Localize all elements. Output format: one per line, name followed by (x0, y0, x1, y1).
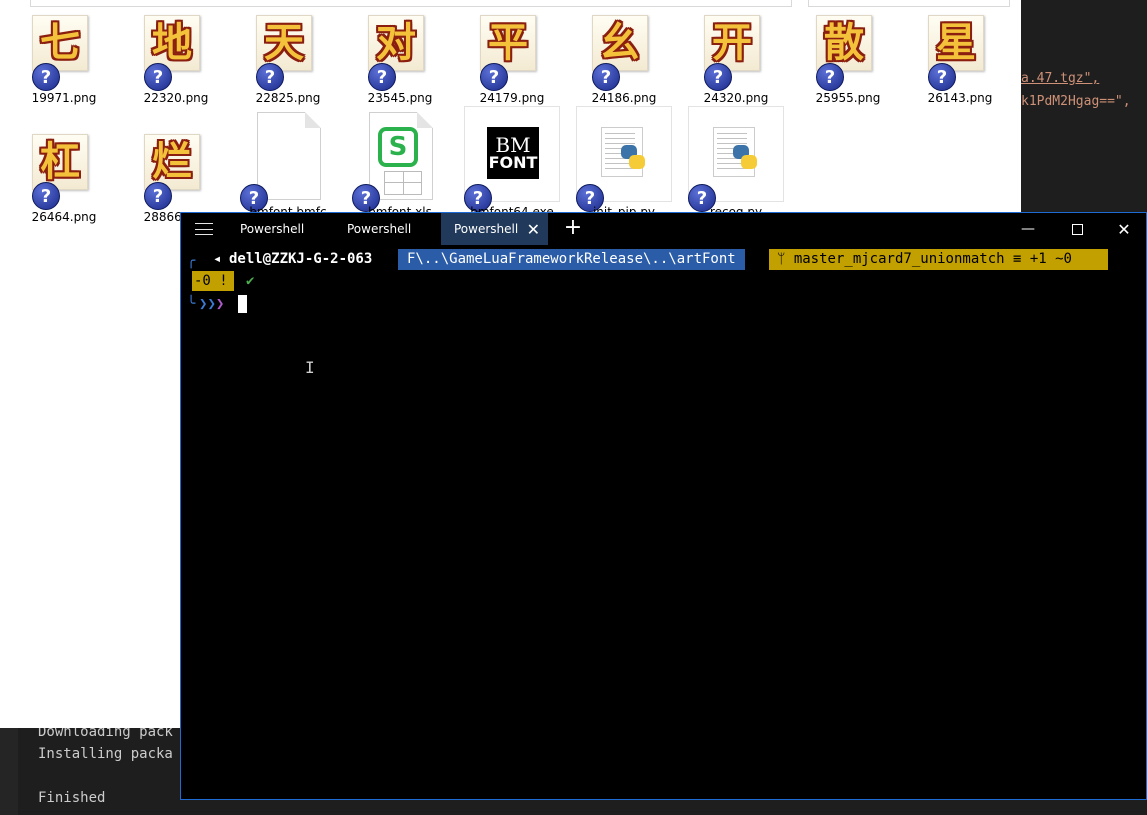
file-name: 23545.png (367, 91, 433, 105)
unknown-status-icon: ? (480, 63, 508, 91)
tab-label: Powershell (347, 222, 412, 236)
file-item[interactable]: ? bmfont.bmfc (224, 110, 327, 225)
maximize-button[interactable] (1054, 213, 1100, 245)
prompt-user: ◂ dell@ZZKJ-G-2-063 (213, 249, 372, 270)
close-tab-icon[interactable]: ✕ (527, 220, 540, 239)
unknown-status-icon: ? (32, 63, 60, 91)
file-name: 26143.png (927, 91, 993, 105)
hamburger-menu-icon[interactable] (193, 220, 215, 238)
terminal-window[interactable]: Powershell Powershell Powershell ✕ + — ✕… (180, 212, 1147, 800)
new-tab-button[interactable]: + (563, 216, 583, 240)
logo-text: BM (495, 133, 531, 157)
file-item[interactable]: S ? bmfont.xls (336, 110, 436, 225)
glyph-image: 幺 (600, 20, 640, 66)
tab-label: Powershell (240, 222, 305, 236)
glyph-image: 开 (712, 20, 752, 66)
file-name: 19971.png (31, 91, 97, 105)
file-item[interactable]: BM FONT ? bmfont64.exe (448, 106, 560, 221)
glyph-image: 杠 (40, 139, 80, 185)
unknown-status-icon: ? (144, 182, 172, 210)
tab-powershell-3[interactable]: Powershell ✕ (441, 213, 548, 245)
file-item[interactable]: 地 ? 22320.png (112, 9, 212, 124)
glyph-image: 烂 (152, 139, 192, 185)
output-line: Finished (38, 790, 106, 806)
document-icon (257, 112, 321, 200)
file-name: 25955.png (815, 91, 881, 105)
code-text: a.47.tgz", (1021, 71, 1100, 86)
tab-powershell-1[interactable]: Powershell (227, 213, 334, 245)
file-item[interactable]: 星 ? 26143.png (896, 9, 996, 124)
tab-powershell-2[interactable]: Powershell (334, 213, 441, 245)
prompt-git-status: ᛘ master_mjcard7_unionmatch ≡ +1 ~0 (769, 249, 1108, 270)
prompt-chevrons-icon: ❯❯❯ (199, 296, 225, 312)
glyph-image: 天 (264, 20, 304, 66)
file-name: 24179.png (479, 91, 545, 105)
file-item[interactable]: 天 ? 22825.png (224, 9, 324, 124)
unknown-status-icon: ? (32, 182, 60, 210)
glyph-image: 平 (488, 20, 528, 66)
search-input[interactable] (808, 0, 1010, 7)
unknown-status-icon: ? (592, 63, 620, 91)
file-name: 24186.png (591, 91, 657, 105)
editor-gutter (0, 728, 18, 815)
prompt-path: F\..\GameLuaFrameworkRelease\..\artFont (398, 249, 745, 270)
text-cursor (238, 295, 247, 313)
explorer-topbar (0, 0, 1021, 7)
ibeam-cursor-icon: I (305, 358, 315, 377)
glyph-image: 散 (824, 20, 864, 66)
spreadsheet-file-icon: S (369, 112, 433, 200)
prompt-git-status-cont: -0 ! (192, 271, 234, 291)
bmfont-logo-icon: BM FONT (487, 127, 539, 179)
unknown-status-icon: ? (928, 63, 956, 91)
grid-icon (384, 171, 422, 195)
unknown-status-icon: ? (144, 63, 172, 91)
address-bar[interactable] (30, 0, 792, 7)
file-item[interactable]: 散 ? 25955.png (784, 9, 884, 124)
glyph-image: 星 (936, 20, 976, 66)
checkmark-icon: ✔ (246, 273, 255, 289)
glyph-image: 地 (152, 20, 192, 66)
logo-text: FONT (488, 153, 538, 172)
glyph-image: 七 (40, 20, 80, 66)
file-name: 26464.png (31, 210, 97, 224)
minimize-button[interactable]: — (1005, 213, 1051, 245)
file-item[interactable]: 对 ? 23545.png (336, 9, 436, 124)
prompt-corner-top-icon: ╭ (187, 253, 196, 269)
prompt-corner-bottom-icon: ╰ (187, 296, 196, 312)
code-text: k1PdM2Hgag==", (1021, 94, 1131, 109)
file-name: 22825.png (255, 91, 321, 105)
output-line: Installing packa (38, 746, 173, 762)
terminal-titlebar[interactable]: Powershell Powershell Powershell ✕ + — ✕ (181, 213, 1146, 245)
code-line: a.47.tgz", (1021, 71, 1099, 86)
prompt-user-text: dell@ZZKJ-G-2-063 (229, 251, 373, 267)
file-name: 24320.png (703, 91, 769, 105)
python-file-icon (713, 127, 761, 179)
code-line: k1PdM2Hgag==", (1021, 94, 1131, 109)
unknown-status-icon: ? (368, 63, 396, 91)
unknown-status-icon: ? (816, 63, 844, 91)
file-name: 22320.png (143, 91, 209, 105)
file-item[interactable]: 七 ? 19971.png (0, 9, 100, 124)
tab-label: Powershell (454, 222, 519, 236)
file-item[interactable]: ? init_pip.py (560, 106, 672, 221)
unknown-status-icon: ? (704, 63, 732, 91)
powershell-icon: ◂ (213, 251, 222, 267)
unknown-status-icon: ? (256, 63, 284, 91)
file-item[interactable]: 杠 ? 26464.png (0, 128, 100, 243)
spreadsheet-logo-icon: S (378, 127, 418, 167)
maximize-icon (1071, 223, 1083, 235)
close-window-button[interactable]: ✕ (1101, 213, 1147, 245)
glyph-image: 对 (376, 20, 416, 66)
python-file-icon (601, 127, 649, 179)
file-item[interactable]: ? recog.py (672, 106, 784, 221)
